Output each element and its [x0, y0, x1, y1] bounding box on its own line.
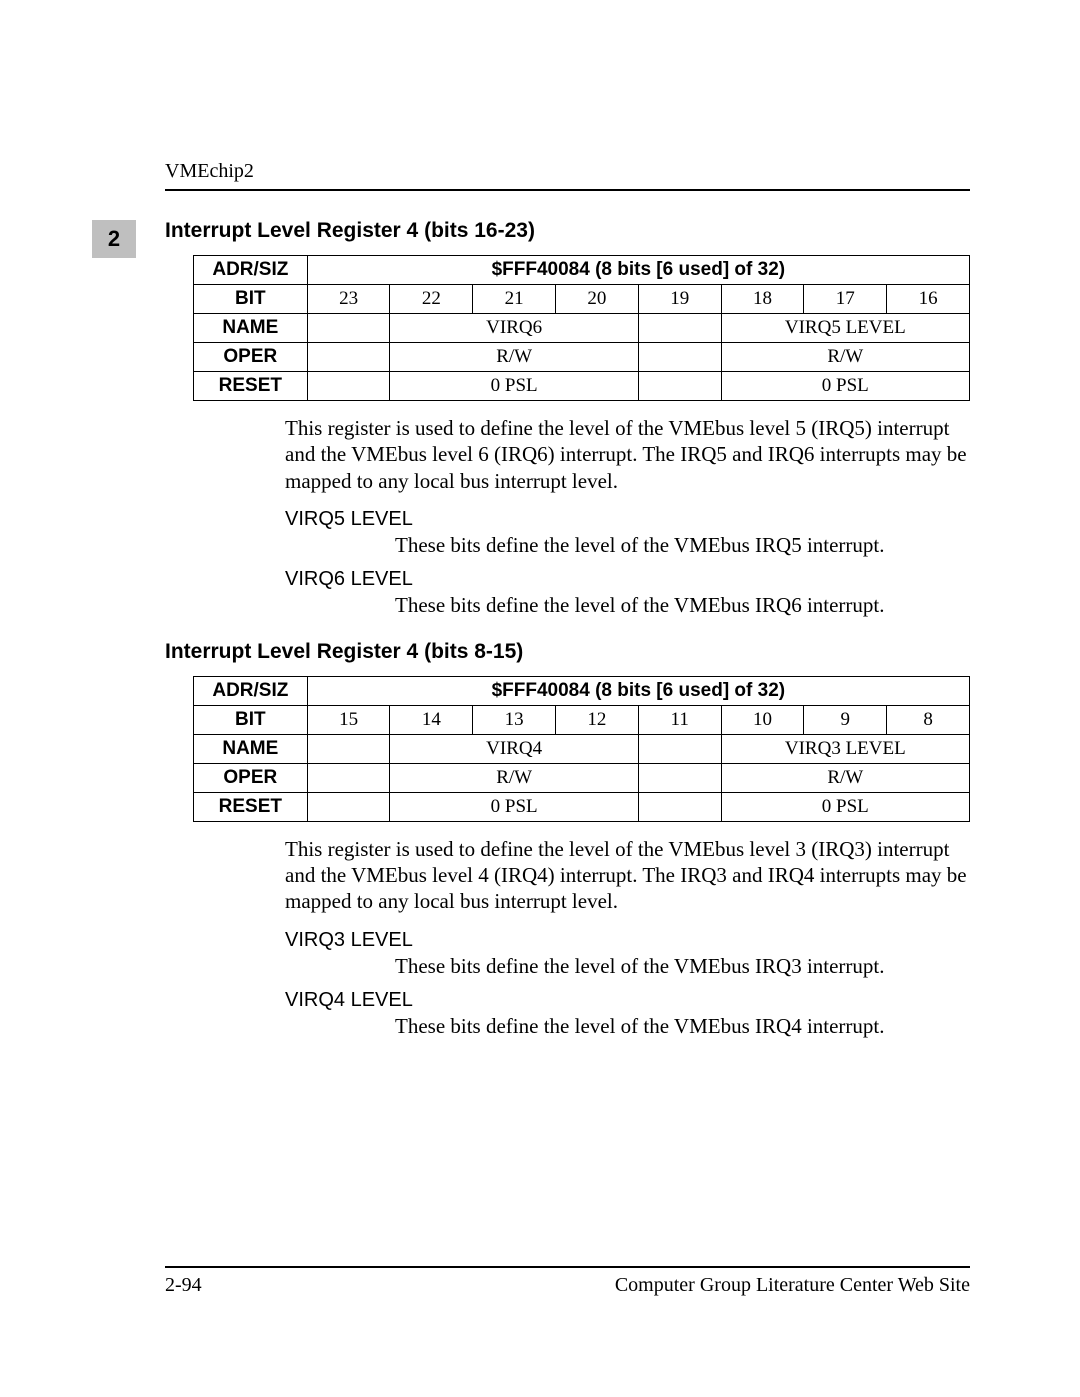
section2-paragraph: This register is used to define the leve… [285, 836, 970, 915]
reset-empty [638, 792, 721, 821]
name-empty [307, 314, 390, 343]
adrsiz-value: $FFF40084 (8 bits [6 used] of 32) [307, 256, 969, 285]
bit-cell: 16 [887, 285, 970, 314]
field-name: VIRQ5 LEVEL [285, 508, 970, 531]
bit-cell: 11 [638, 705, 721, 734]
bit-cell: 22 [390, 285, 473, 314]
field-desc: These bits define the level of the VMEbu… [395, 593, 970, 618]
reset-a: 0 PSL [390, 372, 638, 401]
name-empty [307, 734, 390, 763]
row-label-name: NAME [194, 314, 308, 343]
bit-cell: 9 [804, 705, 887, 734]
reset-b: 0 PSL [721, 792, 969, 821]
oper-a: R/W [390, 343, 638, 372]
name-a: VIRQ4 [390, 734, 638, 763]
bit-cell: 21 [473, 285, 556, 314]
bit-cell: 15 [307, 705, 390, 734]
bit-cell: 14 [390, 705, 473, 734]
reset-a: 0 PSL [390, 792, 638, 821]
field-desc: These bits define the level of the VMEbu… [395, 533, 970, 558]
field-name: VIRQ3 LEVEL [285, 929, 970, 952]
bit-cell: 8 [887, 705, 970, 734]
bit-cell: 17 [804, 285, 887, 314]
row-label-reset: RESET [194, 792, 308, 821]
name-a: VIRQ6 [390, 314, 638, 343]
bit-cell: 18 [721, 285, 804, 314]
name-empty [638, 314, 721, 343]
name-b: VIRQ5 LEVEL [721, 314, 969, 343]
bit-cell: 23 [307, 285, 390, 314]
field-name: VIRQ4 LEVEL [285, 989, 970, 1012]
reset-empty [638, 372, 721, 401]
oper-empty [307, 343, 390, 372]
running-header: VMEchip2 [165, 160, 970, 183]
name-b: VIRQ3 LEVEL [721, 734, 969, 763]
oper-a: R/W [390, 763, 638, 792]
bit-cell: 13 [473, 705, 556, 734]
adrsiz-value: $FFF40084 (8 bits [6 used] of 32) [307, 676, 969, 705]
row-label-adrsiz: ADR/SIZ [194, 676, 308, 705]
field-desc: These bits define the level of the VMEbu… [395, 954, 970, 979]
oper-empty [638, 763, 721, 792]
field-desc: These bits define the level of the VMEbu… [395, 1014, 970, 1039]
section1-title: Interrupt Level Register 4 (bits 16-23) [165, 219, 970, 243]
bit-cell: 12 [556, 705, 639, 734]
section1-paragraph: This register is used to define the leve… [285, 415, 970, 494]
bit-cell: 20 [556, 285, 639, 314]
header-rule [165, 189, 970, 191]
footer-rule [165, 1266, 970, 1268]
row-label-bit: BIT [194, 285, 308, 314]
chapter-tab: 2 [92, 220, 136, 258]
oper-b: R/W [721, 343, 969, 372]
page-number: 2-94 [165, 1274, 202, 1297]
row-label-bit: BIT [194, 705, 308, 734]
footer-text: Computer Group Literature Center Web Sit… [615, 1274, 970, 1297]
row-label-name: NAME [194, 734, 308, 763]
row-label-reset: RESET [194, 372, 308, 401]
bit-cell: 19 [638, 285, 721, 314]
section2-title: Interrupt Level Register 4 (bits 8-15) [165, 640, 970, 664]
row-label-adrsiz: ADR/SIZ [194, 256, 308, 285]
row-label-oper: OPER [194, 343, 308, 372]
oper-empty [307, 763, 390, 792]
oper-empty [638, 343, 721, 372]
name-empty [638, 734, 721, 763]
reset-b: 0 PSL [721, 372, 969, 401]
reset-empty [307, 372, 390, 401]
bit-cell: 10 [721, 705, 804, 734]
field-name: VIRQ6 LEVEL [285, 568, 970, 591]
oper-b: R/W [721, 763, 969, 792]
register-table-1: ADR/SIZ $FFF40084 (8 bits [6 used] of 32… [193, 255, 970, 401]
register-table-2: ADR/SIZ $FFF40084 (8 bits [6 used] of 32… [193, 676, 970, 822]
row-label-oper: OPER [194, 763, 308, 792]
reset-empty [307, 792, 390, 821]
